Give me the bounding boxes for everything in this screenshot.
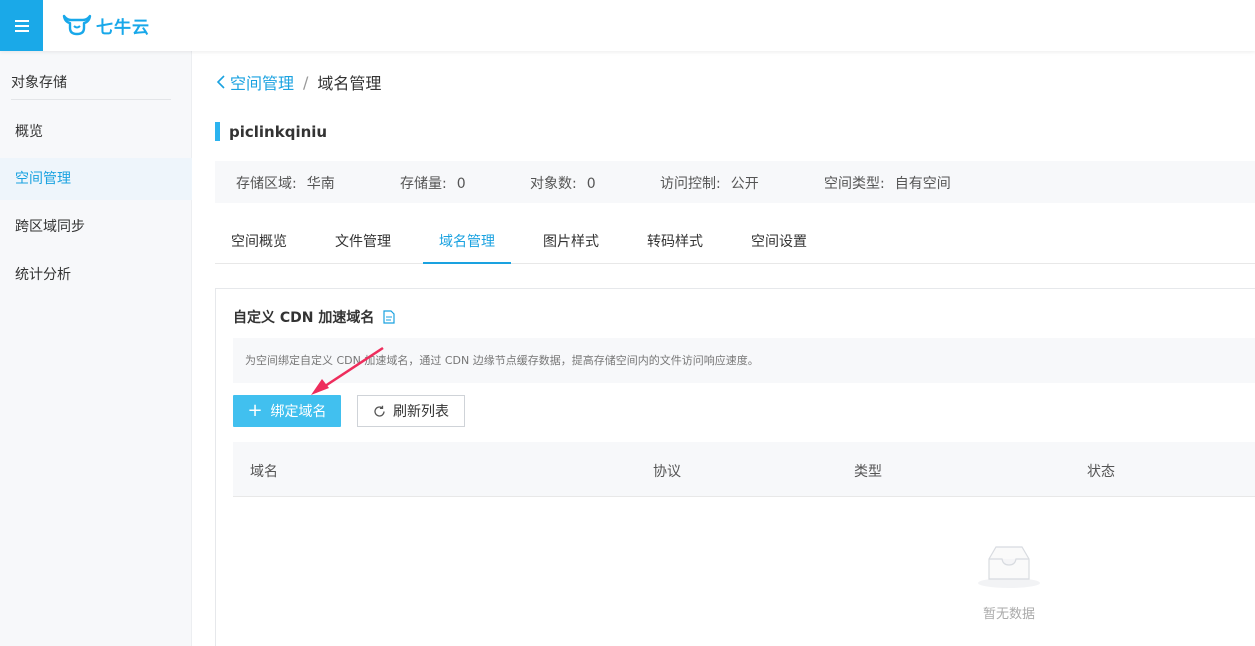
info-region-value: 华南 xyxy=(306,176,335,192)
chevron-left-icon xyxy=(216,75,225,89)
column-protocol: 协议 xyxy=(653,464,681,480)
column-status: 状态 xyxy=(1087,464,1115,480)
top-bar: 七牛云 xyxy=(0,0,1255,51)
tab-file-management[interactable]: 文件管理 xyxy=(319,220,407,264)
info-object-count-label: 对象数: xyxy=(530,176,577,192)
empty-text: 暂无数据 xyxy=(982,607,1035,622)
panel-title: 自定义 CDN 加速域名 xyxy=(233,307,395,327)
qiniu-logo[interactable]: 七牛云 xyxy=(62,12,150,38)
domain-table-header: 域名 协议 类型 状态 xyxy=(233,442,1255,497)
hamburger-menu-button[interactable] xyxy=(0,0,43,51)
sidebar-section-title: 对象存储 xyxy=(11,75,67,91)
ox-head-icon xyxy=(62,14,92,36)
bind-domain-button[interactable]: + 绑定域名 xyxy=(233,395,341,427)
sidebar-item-bucket-management[interactable]: 空间管理 xyxy=(0,158,192,200)
refresh-list-button[interactable]: 刷新列表 xyxy=(357,395,465,427)
panel-title-text: 自定义 CDN 加速域名 xyxy=(233,310,375,326)
breadcrumb-separator: / xyxy=(303,72,309,92)
info-object-count-value: 0 xyxy=(586,176,596,192)
column-domain: 域名 xyxy=(250,464,278,480)
empty-state: 暂无数据 xyxy=(976,543,1042,622)
sidebar-item-cross-region-sync[interactable]: 跨区域同步 xyxy=(0,206,192,248)
info-access-control-value: 公开 xyxy=(730,176,759,192)
refresh-icon xyxy=(373,405,386,418)
info-bucket-type: 空间类型: 自有空间 xyxy=(824,173,951,193)
empty-inbox-icon xyxy=(978,546,1040,588)
info-access-control-label: 访问控制: xyxy=(660,176,721,192)
column-type: 类型 xyxy=(854,464,882,480)
info-bucket-type-value: 自有空间 xyxy=(894,176,951,192)
tab-transcode-styles[interactable]: 转码样式 xyxy=(631,220,719,264)
bind-domain-label: 绑定域名 xyxy=(270,404,327,420)
cdn-domain-panel: 自定义 CDN 加速域名 为空间绑定自定义 CDN 加速域名，通过 CDN 边缘… xyxy=(215,288,1255,646)
tab-image-styles[interactable]: 图片样式 xyxy=(527,220,615,264)
panel-description: 为空间绑定自定义 CDN 加速域名，通过 CDN 边缘节点缓存数据，提高存储空间… xyxy=(233,338,1255,383)
tab-domain-management[interactable]: 域名管理 xyxy=(423,220,511,264)
title-accent-bar xyxy=(215,122,220,141)
hamburger-icon xyxy=(14,19,29,32)
document-icon[interactable] xyxy=(383,310,395,324)
sidebar-divider xyxy=(11,99,171,100)
sidebar: 对象存储 概览 空间管理 跨区域同步 统计分析 xyxy=(0,51,192,646)
sidebar-item-statistics[interactable]: 统计分析 xyxy=(0,254,192,296)
info-region: 存储区域: 华南 xyxy=(236,173,335,193)
logo-text: 七牛云 xyxy=(96,17,150,38)
info-storage-label: 存储量: xyxy=(400,176,447,192)
plus-icon: + xyxy=(247,400,263,421)
bucket-title: piclinkqiniu xyxy=(215,122,327,141)
sidebar-item-overview[interactable]: 概览 xyxy=(0,111,192,153)
bucket-info-strip: 存储区域: 华南 存储量: 0 对象数: 0 访问控制: 公开 空间类型: 自有空间 xyxy=(215,161,1255,203)
tab-bucket-settings[interactable]: 空间设置 xyxy=(735,220,823,264)
breadcrumb-current: 域名管理 xyxy=(317,74,382,93)
bucket-tabs: 空间概览 文件管理 域名管理 图片样式 转码样式 空间设置 xyxy=(215,220,1255,264)
tab-bucket-overview[interactable]: 空间概览 xyxy=(215,220,303,264)
info-region-label: 存储区域: xyxy=(236,176,297,192)
breadcrumb: 空间管理 / 域名管理 xyxy=(216,70,381,94)
refresh-list-label: 刷新列表 xyxy=(393,404,449,420)
breadcrumb-back-link[interactable]: 空间管理 xyxy=(216,70,294,94)
info-access-control: 访问控制: 公开 xyxy=(660,173,759,193)
bucket-name: piclinkqiniu xyxy=(229,122,328,141)
info-bucket-type-label: 空间类型: xyxy=(824,176,885,192)
info-object-count: 对象数: 0 xyxy=(530,173,596,193)
info-storage-value: 0 xyxy=(456,176,466,192)
info-storage: 存储量: 0 xyxy=(400,173,466,193)
breadcrumb-parent: 空间管理 xyxy=(230,74,295,93)
